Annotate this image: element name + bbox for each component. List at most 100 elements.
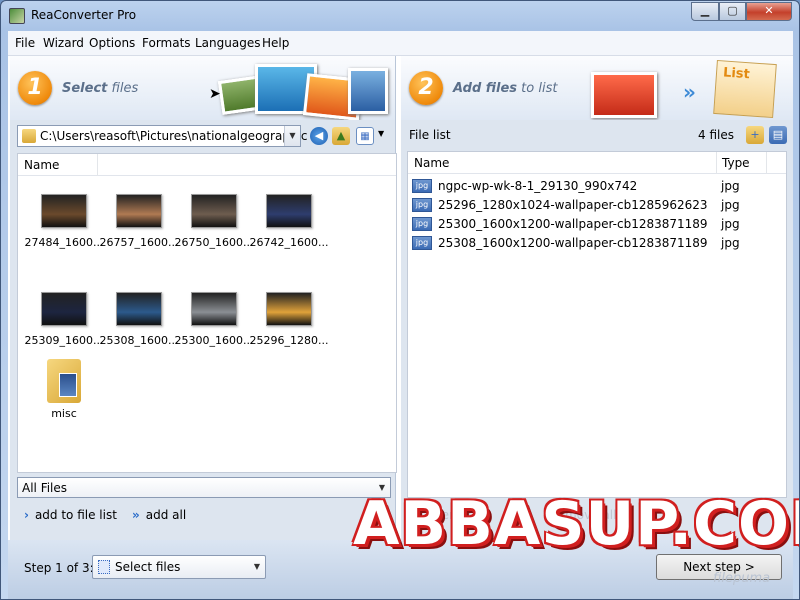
- thumbnail-item[interactable]: 25300_1600...: [174, 292, 254, 347]
- add-folder-icon[interactable]: +: [746, 126, 764, 144]
- cursor-icon: ➤: [209, 86, 221, 102]
- thumbnail-image: [41, 292, 87, 326]
- file-row[interactable]: jpg 25308_1600x1200-wallpaper-cb128387118…: [412, 234, 782, 252]
- thumbnail-view: Name 27484_1600... 26757_1600... 26750_160…: [17, 153, 397, 473]
- thumbnail-image: [41, 194, 87, 228]
- folder-path-combobox[interactable]: C:\Users\reasoft\Pictures\nationalgeogra…: [17, 125, 307, 147]
- file-name: 25308_1600x1200-wallpaper-cb1283871189: [438, 236, 708, 250]
- step-select-value: Select files: [115, 560, 181, 574]
- close-button[interactable]: ✕: [746, 2, 792, 21]
- menu-languages[interactable]: Languages: [195, 36, 260, 50]
- file-name: 25300_1600x1200-wallpaper-cb1283871189: [438, 217, 708, 231]
- step-select[interactable]: Select files ▼: [92, 555, 266, 579]
- minimize-button[interactable]: ▁: [691, 2, 719, 21]
- menu-formats[interactable]: Formats: [142, 36, 191, 50]
- file-filter-value: All Files: [22, 481, 68, 495]
- list-note-icon: List: [713, 59, 777, 119]
- menu-help[interactable]: Help: [262, 36, 289, 50]
- step-2-banner: 2 Add files to list » List: [401, 56, 793, 120]
- thumbnail-item[interactable]: 26750_1600...: [174, 194, 254, 249]
- app-window: ReaConverter Pro ▁ ▢ ✕ File Wizard Optio…: [0, 0, 800, 600]
- folder-label: misc: [51, 407, 77, 420]
- photo-decoration: [348, 68, 388, 114]
- add-to-file-list-button[interactable]: › add to file list: [24, 508, 117, 522]
- thumbnail-item[interactable]: 25309_1600...: [24, 292, 104, 347]
- arrow-right-icon: ›: [24, 508, 29, 522]
- thumbnail-image: [266, 292, 312, 326]
- file-row[interactable]: jpg 25300_1600x1200-wallpaper-cb128387118…: [412, 215, 782, 233]
- thumbnail-label: 26757_1600...: [99, 236, 179, 249]
- thumbnail-image: [116, 292, 162, 326]
- app-icon: [9, 8, 25, 24]
- thumbnail-label: 27484_1600...: [24, 236, 104, 249]
- thumbnail-label: 26750_1600...: [174, 236, 254, 249]
- thumbnail-item[interactable]: 25296_1280...: [249, 292, 329, 347]
- column-name-header[interactable]: Name: [408, 152, 717, 174]
- file-type: jpg: [721, 198, 740, 212]
- folder-icon: [47, 359, 81, 403]
- file-type: jpg: [721, 236, 740, 250]
- thumbnail-header: Name: [18, 154, 396, 176]
- step-indicator-label: Step 1 of 3:: [24, 561, 94, 575]
- save-list-icon[interactable]: ▤: [769, 126, 787, 144]
- thumbnail-label: 26742_1600...: [249, 236, 329, 249]
- step-2-number: 2: [409, 71, 443, 105]
- file-filter-select[interactable]: All Files ▼: [17, 477, 391, 498]
- maximize-button[interactable]: ▢: [719, 2, 746, 21]
- thumbnail-image: [116, 194, 162, 228]
- file-list-pane: File list 4 files + ▤ Name Type jpg ngpc-…: [401, 120, 793, 540]
- back-icon[interactable]: ◀: [310, 127, 328, 145]
- chevron-down-icon[interactable]: ▼: [284, 126, 300, 146]
- thumbnail-label: 25308_1600...: [99, 334, 179, 347]
- view-mode-icon[interactable]: ▦: [356, 127, 374, 145]
- menu-file[interactable]: File: [15, 36, 35, 50]
- menu-wizard[interactable]: Wizard: [43, 36, 84, 50]
- add-all-button[interactable]: » add all: [132, 508, 186, 522]
- arrow-right-icon: »: [683, 80, 696, 104]
- thumbnail-image: [266, 194, 312, 228]
- thumbnail-label: 25300_1600...: [174, 334, 254, 347]
- file-row[interactable]: jpg ngpc-wp-wk-8-1_29130_990x742 jpg: [412, 177, 782, 195]
- thumbnail-item[interactable]: 25308_1600...: [99, 292, 179, 347]
- thumbnail-label: 25296_1280...: [249, 334, 329, 347]
- thumbnail-image: [191, 194, 237, 228]
- file-type: jpg: [721, 217, 740, 231]
- file-row[interactable]: jpg 25296_1280x1024-wallpaper-cb128596262…: [412, 196, 782, 214]
- chevron-down-icon[interactable]: ▼: [249, 556, 265, 578]
- select-files-pane: C:\Users\reasoft\Pictures\nationalgeogra…: [10, 120, 397, 540]
- column-type-header[interactable]: Type: [717, 152, 767, 174]
- watermark-text: ABBASUP.COM: [353, 489, 799, 559]
- file-list-title: File list: [409, 128, 451, 142]
- folder-item[interactable]: misc: [24, 359, 104, 420]
- window-title: ReaConverter Pro: [31, 8, 137, 22]
- folder-up-icon[interactable]: ▲: [332, 127, 350, 145]
- file-list-header: Name Type: [408, 152, 786, 174]
- menu-bar: File Wizard Options Formats Languages He…: [8, 31, 793, 56]
- select-files-icon: [98, 560, 110, 574]
- file-count: 4 files: [698, 128, 734, 142]
- chevron-down-icon[interactable]: ▼: [378, 129, 384, 138]
- file-list: Name Type jpg ngpc-wp-wk-8-1_29130_990x74…: [407, 151, 787, 498]
- thumbnail-item[interactable]: 26757_1600...: [99, 194, 179, 249]
- jpg-file-icon: jpg: [412, 198, 432, 212]
- step-1-number: 1: [18, 71, 52, 105]
- jpg-file-icon: jpg: [412, 236, 432, 250]
- title-bar: ReaConverter Pro ▁ ▢ ✕: [1, 1, 799, 31]
- file-type: jpg: [721, 179, 740, 193]
- file-name: 25296_1280x1024-wallpaper-cb1285962623: [438, 198, 708, 212]
- thumbnail-item[interactable]: 26742_1600...: [249, 194, 329, 249]
- jpg-file-icon: jpg: [412, 179, 432, 193]
- double-arrow-right-icon: »: [132, 508, 140, 522]
- thumbnail-label: 25309_1600...: [24, 334, 104, 347]
- watermark-small: filepuma: [713, 571, 771, 586]
- column-name-header[interactable]: Name: [18, 154, 98, 176]
- step-2-title: Add files to list: [453, 81, 558, 96]
- step-1-banner: 1 Select files ➤: [10, 56, 396, 121]
- file-name: ngpc-wp-wk-8-1_29130_990x742: [438, 179, 638, 193]
- folder-path-text: C:\Users\reasoft\Pictures\nationalgeogra…: [40, 129, 308, 143]
- folder-icon: [22, 129, 36, 143]
- photo-decoration: [591, 72, 657, 118]
- menu-options[interactable]: Options: [89, 36, 135, 50]
- jpg-file-icon: jpg: [412, 217, 432, 231]
- thumbnail-item[interactable]: 27484_1600...: [24, 194, 104, 249]
